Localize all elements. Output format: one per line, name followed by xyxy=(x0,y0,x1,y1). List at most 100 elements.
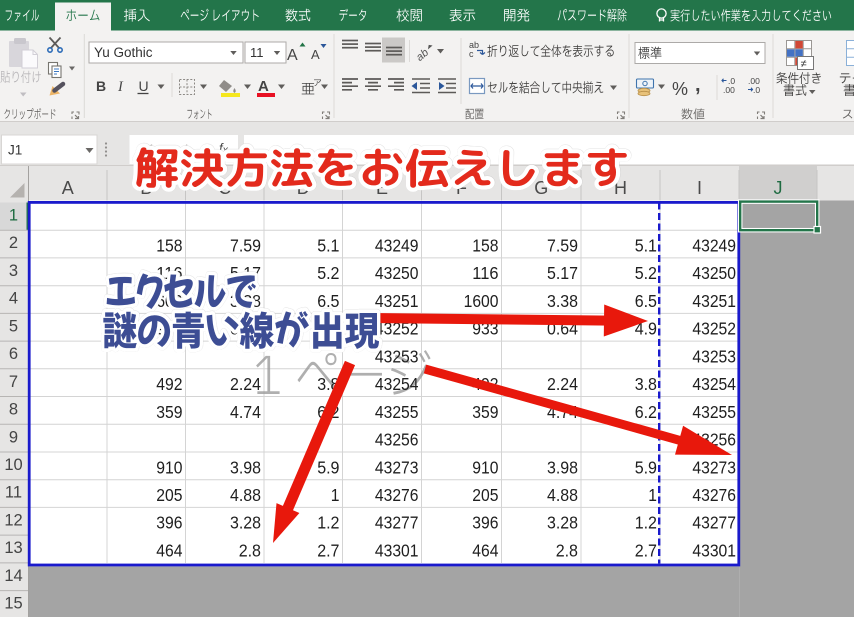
svg-text:492: 492 xyxy=(156,374,182,394)
svg-text:910: 910 xyxy=(156,457,182,477)
svg-text:2.24: 2.24 xyxy=(547,374,578,394)
svg-text:15: 15 xyxy=(4,595,22,613)
svg-text:2.7: 2.7 xyxy=(317,540,339,560)
svg-text:205: 205 xyxy=(472,485,498,505)
svg-text:5.9: 5.9 xyxy=(635,457,657,477)
svg-text:359: 359 xyxy=(472,402,498,422)
svg-text:43301: 43301 xyxy=(375,540,419,560)
svg-text:A: A xyxy=(287,47,298,64)
svg-text:3.28: 3.28 xyxy=(230,513,261,533)
svg-text:43249: 43249 xyxy=(375,236,419,256)
svg-text:.00: .00 xyxy=(723,85,735,95)
svg-text:7.59: 7.59 xyxy=(230,236,261,256)
svg-text:7.59: 7.59 xyxy=(547,236,578,256)
svg-text:43255: 43255 xyxy=(375,402,419,422)
svg-text:A: A xyxy=(62,178,74,198)
svg-text:396: 396 xyxy=(156,513,182,533)
svg-text:10: 10 xyxy=(4,456,22,474)
svg-text:%: % xyxy=(672,79,688,99)
svg-text:5.2: 5.2 xyxy=(635,263,657,283)
svg-text:464: 464 xyxy=(156,540,183,560)
svg-text:43255: 43255 xyxy=(692,402,736,422)
svg-text:5.17: 5.17 xyxy=(547,263,578,283)
svg-text:3.28: 3.28 xyxy=(547,513,578,533)
svg-text:43276: 43276 xyxy=(375,485,419,505)
svg-text:1.2: 1.2 xyxy=(317,513,339,533)
svg-text:5.2: 5.2 xyxy=(317,263,339,283)
svg-text:43253: 43253 xyxy=(692,346,736,366)
svg-text:205: 205 xyxy=(156,485,182,505)
svg-text:4.88: 4.88 xyxy=(547,485,578,505)
svg-text:43254: 43254 xyxy=(692,374,736,394)
svg-text:43249: 43249 xyxy=(692,236,736,256)
svg-text:13: 13 xyxy=(4,539,22,557)
svg-text:5.9: 5.9 xyxy=(317,457,339,477)
svg-text:A: A xyxy=(258,78,269,95)
svg-text:910: 910 xyxy=(472,457,498,477)
svg-text:2: 2 xyxy=(9,234,18,252)
svg-text:396: 396 xyxy=(472,513,498,533)
svg-text:4.88: 4.88 xyxy=(230,485,261,505)
svg-text:.0: .0 xyxy=(753,85,760,95)
svg-text:359: 359 xyxy=(156,402,182,422)
svg-text:464: 464 xyxy=(472,540,499,560)
svg-text:c: c xyxy=(469,49,474,59)
svg-text:158: 158 xyxy=(156,236,182,256)
svg-text:1600: 1600 xyxy=(464,291,499,311)
svg-text:43252: 43252 xyxy=(692,319,736,339)
svg-text:2.8: 2.8 xyxy=(239,540,261,560)
svg-text:11: 11 xyxy=(250,45,264,60)
svg-text:3.98: 3.98 xyxy=(547,457,578,477)
svg-text:43273: 43273 xyxy=(375,457,419,477)
svg-text:43251: 43251 xyxy=(375,291,419,311)
svg-text:7: 7 xyxy=(9,373,18,391)
svg-text:43277: 43277 xyxy=(692,513,736,533)
svg-text:6.5: 6.5 xyxy=(635,291,657,311)
svg-text:,: , xyxy=(695,74,701,96)
svg-text:A: A xyxy=(311,47,320,62)
svg-text:3.38: 3.38 xyxy=(547,291,578,311)
svg-text:5: 5 xyxy=(9,317,18,335)
svg-text:4: 4 xyxy=(9,290,18,308)
svg-text:158: 158 xyxy=(472,236,498,256)
svg-text:116: 116 xyxy=(472,263,498,283)
svg-text:1: 1 xyxy=(9,207,18,225)
svg-text:U: U xyxy=(139,78,149,94)
svg-text:2.7: 2.7 xyxy=(635,540,657,560)
svg-text:≠: ≠ xyxy=(801,58,807,70)
svg-text:J: J xyxy=(774,178,783,198)
svg-text:6: 6 xyxy=(9,345,18,363)
svg-text:3.98: 3.98 xyxy=(230,457,261,477)
svg-text:I: I xyxy=(697,178,702,198)
svg-text:43251: 43251 xyxy=(692,291,736,311)
svg-text:Yu Gothic: Yu Gothic xyxy=(94,45,153,60)
svg-text:B: B xyxy=(96,78,106,94)
svg-text:43256: 43256 xyxy=(375,430,419,450)
svg-text:2.8: 2.8 xyxy=(556,540,578,560)
svg-text:43250: 43250 xyxy=(375,263,419,283)
svg-text:5.1: 5.1 xyxy=(635,236,657,256)
svg-text:43253: 43253 xyxy=(375,346,419,366)
svg-text:14: 14 xyxy=(4,567,22,585)
svg-text:8: 8 xyxy=(9,401,18,419)
svg-text:1.2: 1.2 xyxy=(635,513,657,533)
svg-text:3: 3 xyxy=(9,262,18,280)
svg-text:43276: 43276 xyxy=(692,485,736,505)
svg-text:J1: J1 xyxy=(8,143,22,158)
svg-text:43250: 43250 xyxy=(692,263,736,283)
svg-text:6.2: 6.2 xyxy=(635,402,657,422)
svg-text:43301: 43301 xyxy=(692,540,736,560)
svg-text:9: 9 xyxy=(9,428,18,446)
svg-text:43277: 43277 xyxy=(375,513,419,533)
svg-text:43254: 43254 xyxy=(375,374,419,394)
svg-text:2.24: 2.24 xyxy=(230,374,261,394)
svg-text:12: 12 xyxy=(4,511,22,529)
svg-text:43273: 43273 xyxy=(692,457,736,477)
svg-text:3.8: 3.8 xyxy=(635,374,657,394)
svg-text:1: 1 xyxy=(648,485,657,505)
svg-text:11: 11 xyxy=(5,484,22,502)
svg-text:1: 1 xyxy=(331,485,340,505)
svg-text:5.1: 5.1 xyxy=(317,236,339,256)
svg-text:6.5: 6.5 xyxy=(317,291,339,311)
svg-text:4.74: 4.74 xyxy=(230,402,261,422)
